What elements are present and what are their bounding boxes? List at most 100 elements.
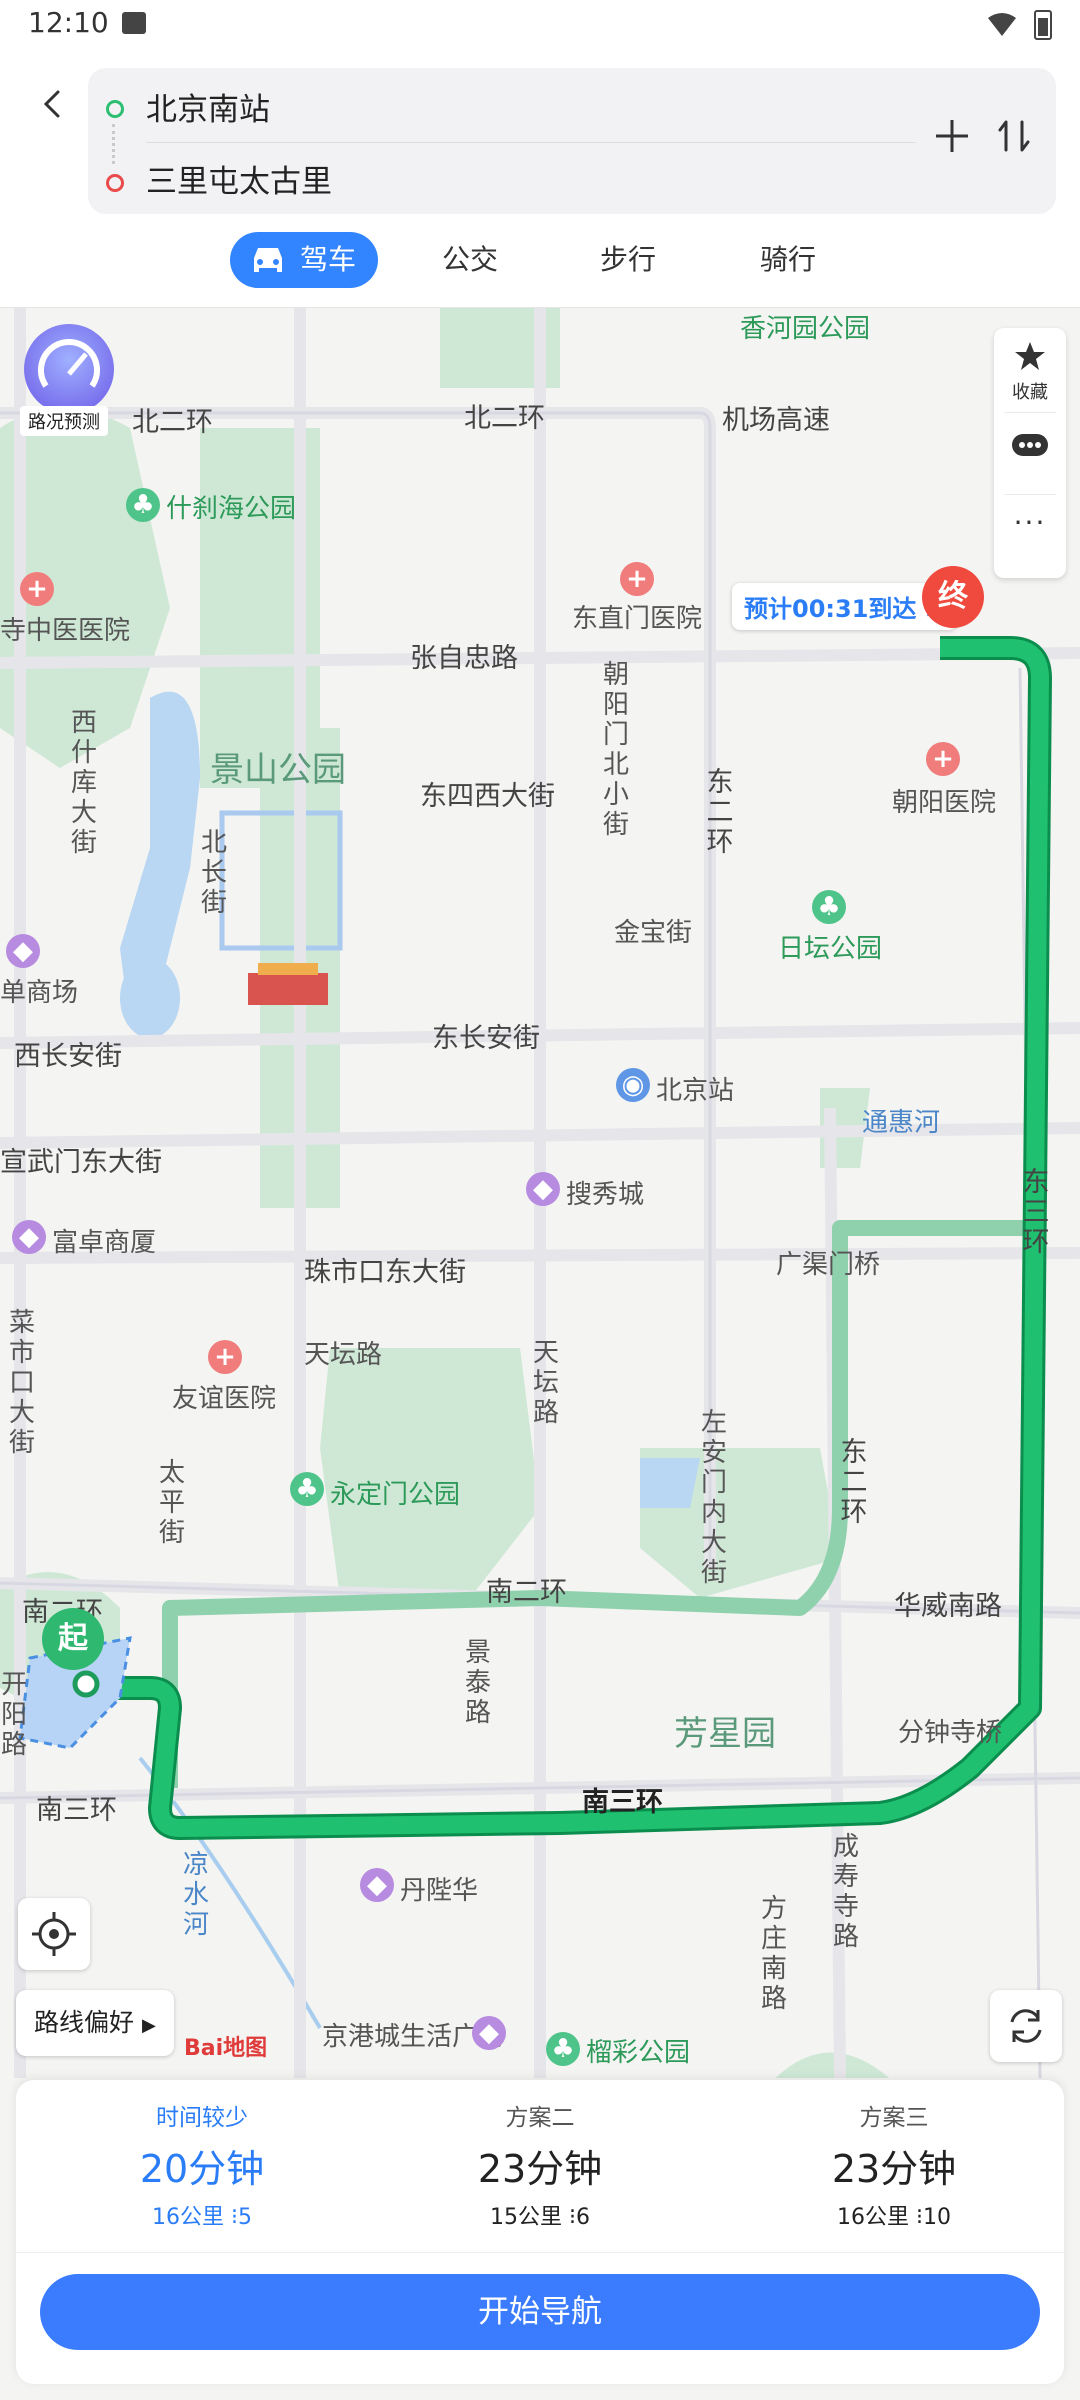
plan-distance: 16公里 [837,2205,909,2230]
map-label-dongerhuan: 东二环 [706,767,734,858]
map-label-yongdingmen: 永定门公园 [330,1480,461,1510]
destination-dot-icon [106,174,124,192]
start-marker: 起 [42,1608,104,1670]
star-icon [1015,342,1045,370]
shopping-icon: ◆ [12,1220,46,1254]
map-label-kaiyang: 开阳路 [0,1670,27,1760]
favorite-button[interactable]: 收藏 [994,340,1066,404]
plan-option-2[interactable]: 方案二 23分钟 15公里 ⁝6 [390,2098,690,2231]
divider [1004,494,1056,495]
map-label-xuanwumen: 宣武门东大街 [0,1147,162,1178]
shopping-icon: ◆ [526,1172,560,1206]
map-label-tiantan-rd: 天坛路 [304,1340,383,1370]
map-label-youyi: 友谊医院 [172,1384,277,1414]
plan-name: 方案二 [505,2105,575,2131]
map-label-liuyin: 榴彩公园 [586,2038,691,2068]
tab-drive[interactable]: 驾车 [230,232,379,288]
traffic-light-icon: ⁝ [231,2205,238,2230]
status-time: 12:10 [28,6,109,39]
map-label-jinbao: 金宝街 [614,918,693,948]
destination-field[interactable]: 三里屯太古里 [146,156,332,201]
message-button[interactable] [994,430,1066,464]
plan-meta: 16公里 ⁝10 [744,2199,1044,2231]
map-label-xiangheyuan: 香河园公园 [740,314,871,344]
tab-drive-label: 驾车 [300,243,357,276]
map-label-beijing-station: 北京站 [656,1076,735,1106]
plan-name: 时间较少 [156,2105,248,2131]
plan-meta: 16公里 ⁝5 [52,2199,352,2231]
locate-button[interactable] [18,1898,90,1970]
map-label-chaoyang-hosp: 朝阳医院 [892,788,997,818]
traffic-forecast-button[interactable] [24,324,114,414]
plan-option-3[interactable]: 方案三 23分钟 16公里 ⁝10 [744,2098,1044,2231]
map-label-nansanhuan-w: 南三环 [36,1795,117,1826]
route-preference-button[interactable]: 路线偏好 ▶ [16,1990,174,2056]
more-button[interactable]: ··· [994,506,1066,539]
end-marker: 终 [922,566,984,628]
map-label-taiping: 太平街 [158,1458,185,1548]
route-header: 北京南站 三里屯太古里 驾车 公交 步行 骑行 [0,52,1080,308]
map-label-fenzhongsi: 分钟寺桥 [898,1718,1003,1748]
map-canvas[interactable]: 北二环 北二环 机场高速 香河园公园 ♣ 什刹海公园 + 寺中医医院 + 东直门… [0,308,1080,2078]
park-icon: ♣ [290,1472,324,1506]
car-icon [254,248,282,272]
map-label-huawei: 华威南路 [894,1591,1002,1622]
map-label-fangzhuang: 方庄南路 [760,1894,787,2014]
back-arrow-icon[interactable] [32,84,72,124]
traffic-forecast-label[interactable]: 路况预测 [20,406,108,436]
crosshair-icon [32,1912,76,1956]
plan-distance: 16公里 [152,2205,224,2230]
hospital-icon: + [926,742,960,776]
train-station-icon: ◉ [616,1068,650,1102]
hospital-icon: + [208,1340,242,1374]
map-label-dongsanhuan: 东三环 [1022,1167,1050,1258]
map-label-danshang: 单商场 [0,978,79,1008]
map-label-xichangan: 西长安街 [14,1041,122,1072]
caret-right-icon: ▶ [141,2015,156,2036]
favorite-label: 收藏 [1012,382,1048,403]
map-side-panel: 收藏 ··· [994,328,1066,578]
gallery-icon [122,12,146,34]
shopping-icon: ◆ [6,934,40,968]
plan-duration: 23分钟 [831,2147,957,2191]
park-icon: ♣ [546,2032,580,2066]
map-label-danbihua: 丹陛华 [400,1876,479,1906]
map-label-xiushui: 搜秀城 [566,1180,645,1210]
add-waypoint-icon[interactable] [932,116,972,156]
map-label-jingshan: 景山公园 [210,750,346,790]
gauge-icon [38,339,100,388]
map-label-nansanhuan: 南三环 [582,1787,663,1818]
origin-field[interactable]: 北京南站 [146,84,270,129]
route-preference-label: 路线偏好 [34,2008,135,2037]
park-icon: ♣ [812,890,846,924]
shopping-icon: ◆ [472,2016,506,2050]
plan-meta: 15公里 ⁝6 [390,2199,690,2231]
map-label-fangxingyuan: 芳星园 [674,1714,776,1754]
plan-duration: 20分钟 [139,2147,265,2191]
battery-icon [1034,10,1052,40]
plan-distance: 15公里 [490,2205,562,2230]
map-label-dongzhimen: 东直门医院 [572,604,703,634]
tab-transit[interactable]: 公交 [440,232,500,288]
map-label-shichahai: 什刹海公园 [166,494,297,524]
refresh-button[interactable] [990,1990,1062,2062]
start-navigation-button[interactable]: 开始导航 [40,2274,1040,2350]
tab-walk[interactable]: 步行 [598,232,658,288]
plan-option-1[interactable]: 时间较少 20分钟 16公里 ⁝5 [52,2098,352,2231]
map-label-xishiku: 西什库大街 [70,708,97,858]
map-label-tonghui: 通惠河 [862,1108,941,1138]
map-label-fuzhuo: 富卓商厦 [52,1228,157,1258]
map-label-zhangzizhong: 张自忠路 [410,643,518,674]
map-label-zhongyi: 寺中医医院 [0,616,131,646]
swap-icon[interactable] [994,116,1034,156]
mode-tabs: 驾车 公交 步行 骑行 [0,232,1080,292]
route-input-box: 北京南站 三里屯太古里 [88,68,1056,214]
plan-lights: 10 [923,2205,951,2230]
map-label-guangqumen: 广渠门桥 [776,1250,881,1280]
map-label-donger: 东二环 [840,1437,868,1528]
tab-bike[interactable]: 骑行 [758,232,818,288]
traffic-light-icon: ⁝ [916,2205,923,2230]
plan-lights: 5 [238,2205,252,2230]
map-label-chaoyangmen: 朝阳门北小街 [602,660,629,840]
origin-dot-icon [106,100,124,118]
